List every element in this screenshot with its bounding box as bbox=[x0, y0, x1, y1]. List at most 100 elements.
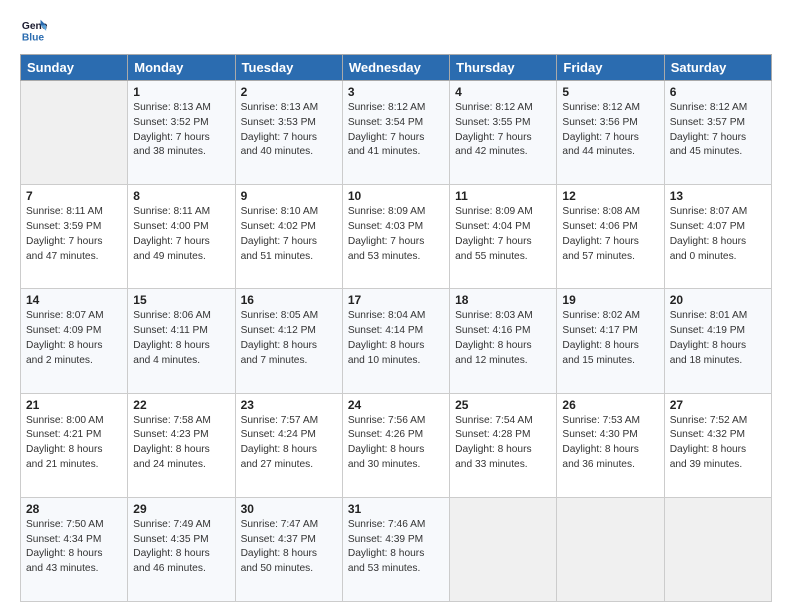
calendar-cell bbox=[21, 81, 128, 185]
day-number: 11 bbox=[455, 189, 551, 203]
cell-info: Sunrise: 8:03 AMSunset: 4:16 PMDaylight:… bbox=[455, 309, 551, 368]
day-number: 25 bbox=[455, 398, 551, 412]
day-number: 3 bbox=[348, 85, 444, 99]
cell-info: Sunrise: 8:00 AMSunset: 4:21 PMDaylight:… bbox=[26, 414, 122, 473]
cell-info: Sunrise: 7:50 AMSunset: 4:34 PMDaylight:… bbox=[26, 518, 122, 577]
cell-info: Sunrise: 8:01 AMSunset: 4:19 PMDaylight:… bbox=[670, 309, 766, 368]
calendar-header-friday: Friday bbox=[557, 55, 664, 81]
logo-icon: General Blue bbox=[20, 16, 48, 44]
page: General Blue SundayMondayTuesdayWednesda… bbox=[0, 0, 792, 612]
day-number: 17 bbox=[348, 293, 444, 307]
day-number: 2 bbox=[241, 85, 337, 99]
cell-info: Sunrise: 8:09 AMSunset: 4:03 PMDaylight:… bbox=[348, 205, 444, 264]
calendar-cell: 18Sunrise: 8:03 AMSunset: 4:16 PMDayligh… bbox=[450, 289, 557, 393]
calendar-cell: 9Sunrise: 8:10 AMSunset: 4:02 PMDaylight… bbox=[235, 185, 342, 289]
day-number: 21 bbox=[26, 398, 122, 412]
calendar-cell: 3 Sunrise: 8:12 AMSunset: 3:54 PMDaylight… bbox=[342, 81, 449, 185]
day-number: 1 bbox=[133, 85, 229, 99]
cell-info: Sunrise: 7:49 AMSunset: 4:35 PMDaylight:… bbox=[133, 518, 229, 577]
calendar-cell: 25 Sunrise: 7:54 AMSunset: 4:28 PMDayligh… bbox=[450, 393, 557, 497]
calendar-header-monday: Monday bbox=[128, 55, 235, 81]
cell-info: Sunrise: 7:47 AMSunset: 4:37 PMDaylight:… bbox=[241, 518, 337, 577]
calendar-cell: 8 Sunrise: 8:11 AMSunset: 4:00 PMDaylight… bbox=[128, 185, 235, 289]
calendar-cell: 6 Sunrise: 8:12 AMSunset: 3:57 PMDaylight… bbox=[664, 81, 771, 185]
calendar-cell: 2 Sunrise: 8:13 AMSunset: 3:53 PMDaylight… bbox=[235, 81, 342, 185]
calendar-cell: 1 Sunrise: 8:13 AMSunset: 3:52 PMDaylight… bbox=[128, 81, 235, 185]
day-number: 30 bbox=[241, 502, 337, 516]
cell-info: Sunrise: 8:09 AMSunset: 4:04 PMDaylight:… bbox=[455, 205, 551, 264]
calendar-cell: 14 Sunrise: 8:07 AMSunset: 4:09 PMDayligh… bbox=[21, 289, 128, 393]
cell-info: Sunrise: 8:05 AMSunset: 4:12 PMDaylight:… bbox=[241, 309, 337, 368]
day-number: 29 bbox=[133, 502, 229, 516]
day-number: 20 bbox=[670, 293, 766, 307]
calendar-cell: 20 Sunrise: 8:01 AMSunset: 4:19 PMDayligh… bbox=[664, 289, 771, 393]
calendar-cell: 15 Sunrise: 8:06 AMSunset: 4:11 PMDayligh… bbox=[128, 289, 235, 393]
day-number: 4 bbox=[455, 85, 551, 99]
calendar-cell: 13 Sunrise: 8:07 AMSunset: 4:07 PMDayligh… bbox=[664, 185, 771, 289]
cell-info: Sunrise: 8:13 AMSunset: 3:52 PMDaylight:… bbox=[133, 101, 229, 160]
day-number: 27 bbox=[670, 398, 766, 412]
calendar-header-sunday: Sunday bbox=[21, 55, 128, 81]
calendar-cell: 24 Sunrise: 7:56 AMSunset: 4:26 PMDayligh… bbox=[342, 393, 449, 497]
cell-info: Sunrise: 7:54 AMSunset: 4:28 PMDaylight:… bbox=[455, 414, 551, 473]
cell-info: Sunrise: 8:11 AMSunset: 3:59 PMDaylight:… bbox=[26, 205, 122, 264]
calendar-cell bbox=[450, 497, 557, 601]
calendar-cell: 23 Sunrise: 7:57 AMSunset: 4:24 PMDayligh… bbox=[235, 393, 342, 497]
calendar-week-3: 14 Sunrise: 8:07 AMSunset: 4:09 PMDayligh… bbox=[21, 289, 772, 393]
cell-info: Sunrise: 8:06 AMSunset: 4:11 PMDaylight:… bbox=[133, 309, 229, 368]
calendar-table: SundayMondayTuesdayWednesdayThursdayFrid… bbox=[20, 54, 772, 602]
cell-info: Sunrise: 7:56 AMSunset: 4:26 PMDaylight:… bbox=[348, 414, 444, 473]
header: General Blue bbox=[20, 16, 772, 44]
calendar-week-2: 7Sunrise: 8:11 AMSunset: 3:59 PMDaylight… bbox=[21, 185, 772, 289]
calendar-cell: 26Sunrise: 7:53 AMSunset: 4:30 PMDayligh… bbox=[557, 393, 664, 497]
cell-info: Sunrise: 8:12 AMSunset: 3:54 PMDaylight:… bbox=[348, 101, 444, 160]
calendar-cell: 22 Sunrise: 7:58 AMSunset: 4:23 PMDayligh… bbox=[128, 393, 235, 497]
calendar-header-thursday: Thursday bbox=[450, 55, 557, 81]
cell-info: Sunrise: 7:58 AMSunset: 4:23 PMDaylight:… bbox=[133, 414, 229, 473]
day-number: 13 bbox=[670, 189, 766, 203]
cell-info: Sunrise: 8:07 AMSunset: 4:09 PMDaylight:… bbox=[26, 309, 122, 368]
day-number: 15 bbox=[133, 293, 229, 307]
day-number: 14 bbox=[26, 293, 122, 307]
calendar-cell: 21 Sunrise: 8:00 AMSunset: 4:21 PMDayligh… bbox=[21, 393, 128, 497]
day-number: 22 bbox=[133, 398, 229, 412]
cell-info: Sunrise: 8:02 AMSunset: 4:17 PMDaylight:… bbox=[562, 309, 658, 368]
day-number: 28 bbox=[26, 502, 122, 516]
cell-info: Sunrise: 8:12 AMSunset: 3:56 PMDaylight:… bbox=[562, 101, 658, 160]
cell-info: Sunrise: 7:57 AMSunset: 4:24 PMDaylight:… bbox=[241, 414, 337, 473]
calendar-cell: 10Sunrise: 8:09 AMSunset: 4:03 PMDayligh… bbox=[342, 185, 449, 289]
calendar-week-5: 28 Sunrise: 7:50 AMSunset: 4:34 PMDayligh… bbox=[21, 497, 772, 601]
cell-info: Sunrise: 8:12 AMSunset: 3:55 PMDaylight:… bbox=[455, 101, 551, 160]
day-number: 8 bbox=[133, 189, 229, 203]
calendar-week-4: 21 Sunrise: 8:00 AMSunset: 4:21 PMDayligh… bbox=[21, 393, 772, 497]
cell-info: Sunrise: 8:04 AMSunset: 4:14 PMDaylight:… bbox=[348, 309, 444, 368]
day-number: 6 bbox=[670, 85, 766, 99]
day-number: 19 bbox=[562, 293, 658, 307]
calendar-cell: 31 Sunrise: 7:46 AMSunset: 4:39 PMDayligh… bbox=[342, 497, 449, 601]
calendar-header-wednesday: Wednesday bbox=[342, 55, 449, 81]
calendar-cell: 11 Sunrise: 8:09 AMSunset: 4:04 PMDayligh… bbox=[450, 185, 557, 289]
calendar-cell bbox=[664, 497, 771, 601]
calendar-cell: 19 Sunrise: 8:02 AMSunset: 4:17 PMDayligh… bbox=[557, 289, 664, 393]
day-number: 24 bbox=[348, 398, 444, 412]
day-number: 23 bbox=[241, 398, 337, 412]
day-number: 16 bbox=[241, 293, 337, 307]
cell-info: Sunrise: 8:13 AMSunset: 3:53 PMDaylight:… bbox=[241, 101, 337, 160]
calendar-cell: 29 Sunrise: 7:49 AMSunset: 4:35 PMDayligh… bbox=[128, 497, 235, 601]
cell-info: Sunrise: 7:52 AMSunset: 4:32 PMDaylight:… bbox=[670, 414, 766, 473]
day-number: 31 bbox=[348, 502, 444, 516]
calendar-cell: 17 Sunrise: 8:04 AMSunset: 4:14 PMDayligh… bbox=[342, 289, 449, 393]
cell-info: Sunrise: 8:07 AMSunset: 4:07 PMDaylight:… bbox=[670, 205, 766, 264]
logo: General Blue bbox=[20, 16, 48, 44]
day-number: 5 bbox=[562, 85, 658, 99]
day-number: 12 bbox=[562, 189, 658, 203]
cell-info: Sunrise: 8:11 AMSunset: 4:00 PMDaylight:… bbox=[133, 205, 229, 264]
calendar-cell: 16 Sunrise: 8:05 AMSunset: 4:12 PMDayligh… bbox=[235, 289, 342, 393]
calendar-header-row: SundayMondayTuesdayWednesdayThursdayFrid… bbox=[21, 55, 772, 81]
cell-info: Sunrise: 7:53 AMSunset: 4:30 PMDaylight:… bbox=[562, 414, 658, 473]
cell-info: Sunrise: 7:46 AMSunset: 4:39 PMDaylight:… bbox=[348, 518, 444, 577]
cell-info: Sunrise: 8:08 AMSunset: 4:06 PMDaylight:… bbox=[562, 205, 658, 264]
day-number: 9 bbox=[241, 189, 337, 203]
calendar-cell: 12 Sunrise: 8:08 AMSunset: 4:06 PMDayligh… bbox=[557, 185, 664, 289]
cell-info: Sunrise: 8:12 AMSunset: 3:57 PMDaylight:… bbox=[670, 101, 766, 160]
